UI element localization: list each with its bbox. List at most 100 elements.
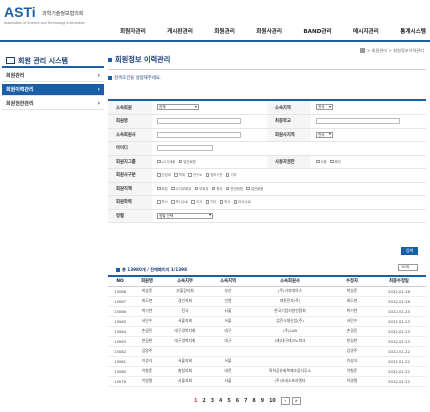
table-cell: 한국기업지원연합회 (248, 306, 332, 317)
form-label: 회원명 (108, 114, 152, 129)
table-row[interactable]: 13087 최도현 경인지회 인천 대한전자(주) 최도현 2022.01.26 (108, 296, 426, 307)
table-cell: 서울지회 (162, 376, 208, 387)
table-row[interactable]: 13085 서민수 서울지회 서울 업진소재산업(주) 서민수 2022.01.23 (108, 316, 426, 327)
form-label: 소속회원사 (108, 128, 152, 142)
notice: 검색조건을 설정해주세요. (108, 75, 426, 81)
page-link[interactable]: 4 (219, 399, 222, 404)
school-input[interactable] (316, 118, 400, 124)
form-label: 회원직책 (108, 182, 152, 196)
checkbox[interactable] (211, 186, 216, 190)
sidebar-item-history[interactable]: 회원이력관리 › (2, 84, 104, 96)
checkbox-label: 석사 (195, 200, 203, 205)
company-input[interactable] (157, 131, 241, 138)
table-cell (208, 346, 248, 357)
table-row[interactable]: 13088 박상준 부울경지회 부산 (주)가지데이스 박상준 2022.01.26 (108, 286, 426, 297)
column-header[interactable]: 최종수정일 (372, 275, 426, 287)
nav-item[interactable]: 회원사관리 (256, 27, 282, 37)
table-cell: 박상준 (132, 286, 162, 297)
page-link[interactable]: 9 (261, 399, 264, 404)
checkbox[interactable] (246, 186, 250, 190)
nav-item[interactable]: 메시지관리 (353, 27, 379, 37)
table-row[interactable]: 13084 손경진 대구경북지회 대구 (주)LAB 손경진 2022.01.23 (108, 326, 426, 337)
checkbox[interactable] (171, 186, 175, 190)
region-select[interactable]: 전국 (316, 104, 333, 111)
checkbox[interactable] (233, 200, 238, 204)
page-link[interactable]: 6 (236, 399, 239, 404)
table-row[interactable]: 13081 이성식 서울지회 서울 이성식 2022.01.22 (108, 356, 426, 367)
table-cell: 박상준 (332, 286, 372, 297)
page-link[interactable]: 10 (269, 399, 276, 404)
table-row[interactable]: 13083 한길한 대구경북지회 대구 (재)대구테크노파크 한길한 2022.01.23 (108, 336, 426, 347)
nav-item[interactable]: 회원자관리 (120, 27, 146, 37)
table-cell: 대구 (208, 326, 248, 337)
org-select[interactable]: 전체 (157, 104, 199, 111)
pagination: 1 2 3 4 5 6 7 8 9 10 › » (194, 397, 303, 405)
checkbox[interactable] (178, 159, 183, 163)
table-row[interactable]: 13080 이형준 충청지회 대전 특허공유회복제조업사무소 이형준 2022.01.22 (108, 366, 426, 377)
checkbox[interactable] (191, 200, 195, 204)
logo[interactable]: ASTi 과학기술정보협의회 Association of Science an… (4, 4, 104, 26)
table-cell: 서울지회 (162, 316, 208, 327)
column-header[interactable]: 회원명 (132, 275, 162, 287)
table-cell: 손경진 (132, 326, 162, 337)
table-cell: 이영철 (132, 376, 162, 387)
checkbox[interactable] (330, 159, 334, 163)
form-label: 아이디 (108, 141, 152, 156)
checkbox[interactable] (157, 200, 161, 204)
column-header[interactable]: 소속회원사 (248, 275, 332, 287)
nav-item[interactable]: 게시판관리 (167, 27, 193, 37)
search-button[interactable]: 검색 (401, 247, 418, 255)
table-row[interactable]: 13079 이영철 서울지회 서울 (주)유네소프리엔터 이영철 2022.01.22 (108, 376, 426, 387)
checkbox[interactable] (225, 173, 230, 177)
id-input[interactable] (157, 145, 213, 151)
name-input[interactable] (157, 118, 241, 124)
table-header-row: NO 회원명 소속지부 소속지역 소속회원사 수정자 최종수정일 (108, 275, 426, 287)
checkbox[interactable] (205, 173, 210, 177)
sidebar-item-permissions[interactable]: 회원권한관리 › (2, 98, 104, 110)
table-cell: (주)유네소프리엔터 (248, 376, 332, 387)
page-link[interactable]: 3 (211, 399, 214, 404)
page-size-select[interactable]: 10개 (398, 264, 418, 271)
home-icon[interactable] (359, 48, 365, 53)
column-header[interactable]: 수정자 (332, 275, 372, 287)
checkbox[interactable] (219, 200, 224, 204)
checkbox[interactable] (225, 186, 230, 190)
next-page-button[interactable]: › (280, 397, 290, 405)
table-cell (248, 356, 332, 367)
column-header[interactable]: NO (108, 275, 132, 287)
table-cell: 이영철 (332, 376, 372, 387)
page-link[interactable]: 1 (194, 399, 197, 404)
checkbox[interactable] (157, 186, 161, 190)
sidebar-item-members[interactable]: 회원관리 › (2, 70, 104, 82)
checkbox[interactable] (316, 159, 320, 163)
page-link[interactable]: 7 (244, 399, 247, 404)
page-link[interactable]: 5 (227, 399, 230, 404)
nav-item[interactable]: BAND관리 (303, 27, 331, 37)
form-label: 최종학교 (267, 114, 311, 129)
last-page-button[interactable]: » (291, 397, 301, 405)
table-row[interactable]: 13086 박기연 전국 서울 한국기업지원연합회 박기연 2022.01.25 (108, 306, 426, 317)
checkbox[interactable] (205, 200, 210, 204)
search-form: 소속회원 전체 소속지역 전국 회원명 최종학교 소속회원사 회원사지역 전국 … (108, 101, 426, 223)
checkbox[interactable] (194, 186, 199, 190)
column-header[interactable]: 소속지부 (162, 275, 208, 287)
page-link[interactable]: 2 (202, 399, 205, 404)
page-link[interactable]: 8 (252, 399, 255, 404)
nav-item[interactable]: 회원관리 (214, 27, 235, 37)
table-cell: 최도현 (132, 296, 162, 307)
checkbox[interactable] (171, 200, 175, 204)
checkbox[interactable] (188, 173, 192, 177)
sort-select[interactable]: 정렬 선택 (157, 212, 213, 219)
checkbox[interactable] (174, 173, 178, 177)
nav-item[interactable]: 통계시스템 (400, 27, 426, 37)
result-summary-text: 총 13980개 / 전체페이지 1/1398 (122, 267, 187, 272)
checkbox-label: 사용 (320, 159, 327, 164)
table-cell: 2022.01.23 (372, 326, 426, 337)
checkbox[interactable] (157, 159, 161, 163)
table-cell: 13082 (108, 346, 132, 357)
column-header[interactable]: 소속지역 (208, 275, 248, 287)
table-row[interactable]: 13082 김영주 김영주 2022.01.22 (108, 346, 426, 357)
checkbox-label: 수석부회장 (175, 186, 192, 191)
company-region-select[interactable]: 전국 (316, 131, 333, 138)
checkbox[interactable] (157, 173, 161, 177)
